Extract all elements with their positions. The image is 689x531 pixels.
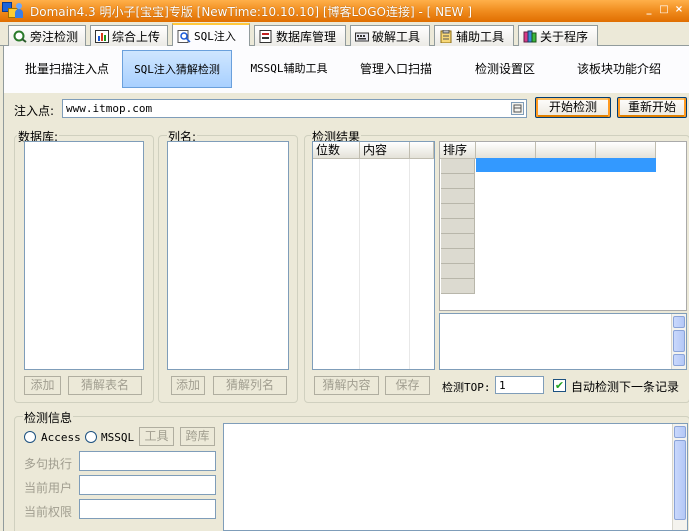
sort-header[interactable]: 排序 (440, 142, 476, 159)
add-database-button[interactable]: 添加 (24, 376, 61, 395)
result-text-area[interactable] (439, 313, 687, 370)
window-title: Domain4.3 明小子[宝宝]专版 [NewTime:10.10.10] [… (30, 5, 473, 19)
tab-side-inject[interactable]: 旁注检测 (8, 25, 86, 46)
info-group-title: 检测信息 (23, 409, 74, 426)
result-scrollbar[interactable] (671, 314, 686, 369)
magnifier-icon (13, 30, 27, 43)
clipboard-icon (439, 29, 453, 43)
tab-about[interactable]: 关于程序 (518, 25, 598, 46)
chart-icon (95, 29, 109, 43)
database-list[interactable] (24, 141, 144, 370)
top-label: 检测TOP: (442, 381, 491, 394)
info-scroll-up-icon[interactable] (674, 426, 686, 438)
tools-button[interactable]: 工具 (139, 427, 174, 446)
dropdown-icon[interactable] (511, 102, 524, 115)
current-perm-input[interactable] (79, 499, 216, 519)
subnav-sql-guess[interactable]: SQL注入猜解检测 (122, 50, 232, 88)
current-perm-label: 当前权限 (24, 505, 73, 519)
col-position-header[interactable]: 位数 (313, 142, 360, 159)
result-content-grid[interactable]: 位数 内容 (312, 141, 435, 370)
main-tab-strip: 旁注检测 综合上传 SQL注入 数据库管理 破解工具 辅助工具 关于程序 (0, 22, 689, 47)
tab-upload[interactable]: 综合上传 (90, 25, 168, 46)
current-user-input[interactable] (79, 475, 216, 495)
multi-exec-input[interactable] (79, 451, 216, 471)
scroll-down-icon[interactable] (673, 354, 685, 366)
auto-next-checkbox[interactable]: ✔ (553, 379, 566, 392)
col-extra-header (410, 142, 434, 159)
subnav-batch-scan[interactable]: 批量扫描注入点 (12, 50, 122, 88)
scroll-thumb[interactable] (673, 330, 685, 352)
subnav-settings[interactable]: 检测设置区 (460, 50, 550, 88)
save-button[interactable]: 保存 (385, 376, 430, 395)
multi-exec-label: 多句执行 (24, 457, 73, 471)
scroll-up-icon[interactable] (673, 316, 685, 328)
current-user-label: 当前用户 (24, 481, 73, 495)
app-logo-icon (2, 2, 24, 20)
access-radio-label: Access (41, 431, 81, 444)
mssql-radio-label: MSSQL (101, 431, 135, 444)
database-icon (259, 29, 273, 43)
selected-row[interactable] (476, 158, 656, 172)
start-detect-button[interactable]: 开始检测 (535, 97, 611, 118)
subnav-help[interactable]: 该板块功能介绍 (564, 50, 674, 88)
title-bar: Domain4.3 明小子[宝宝]专版 [NewTime:10.10.10] [… (0, 0, 689, 22)
add-column-button[interactable]: 添加 (171, 376, 205, 395)
sql-subnav: 批量扫描注入点 SQL注入猜解检测 MSSQL辅助工具 管理入口扫描 检测设置区… (3, 46, 689, 93)
auto-next-label: 自动检测下一条记录 (571, 380, 680, 394)
subnav-mssql-tools[interactable]: MSSQL辅助工具 (234, 50, 344, 88)
restart-button[interactable]: 重新开始 (617, 97, 687, 118)
minimize-button[interactable]: _ (643, 4, 655, 16)
cross-db-button[interactable]: 跨库 (180, 427, 215, 446)
search-doc-icon (177, 29, 191, 43)
access-radio[interactable] (24, 431, 36, 443)
keyboard-icon (355, 30, 369, 43)
guess-content-button[interactable]: 猜解内容 (314, 376, 379, 395)
subnav-admin-scan[interactable]: 管理入口扫描 (346, 50, 446, 88)
inject-point-label: 注入点: (14, 104, 55, 118)
guess-table-button[interactable]: 猜解表名 (68, 376, 142, 395)
maximize-button[interactable]: □ (658, 4, 670, 16)
top-input[interactable]: 1 (495, 376, 544, 394)
tab-crack-tools[interactable]: 破解工具 (350, 25, 430, 46)
info-scroll-thumb[interactable] (674, 440, 686, 520)
mssql-radio[interactable] (85, 431, 97, 443)
books-icon (523, 30, 537, 43)
tab-database-manage[interactable]: 数据库管理 (254, 25, 346, 46)
guess-column-button[interactable]: 猜解列名 (213, 376, 287, 395)
sort-grid[interactable]: 排序 (439, 141, 687, 311)
column-list[interactable] (167, 141, 289, 370)
info-log-area[interactable] (223, 423, 688, 531)
main-panel: 注入点: www.itmop.com 开始检测 重新开始 数据库: 添加 猜解表… (3, 93, 689, 531)
tab-aux-tools[interactable]: 辅助工具 (434, 25, 514, 46)
inject-url-input[interactable]: www.itmop.com (62, 99, 527, 118)
close-button[interactable]: × (673, 4, 685, 16)
info-scrollbar[interactable] (672, 424, 687, 530)
col-content-header[interactable]: 内容 (360, 142, 410, 159)
tab-sql-inject[interactable]: SQL注入 (172, 23, 250, 47)
